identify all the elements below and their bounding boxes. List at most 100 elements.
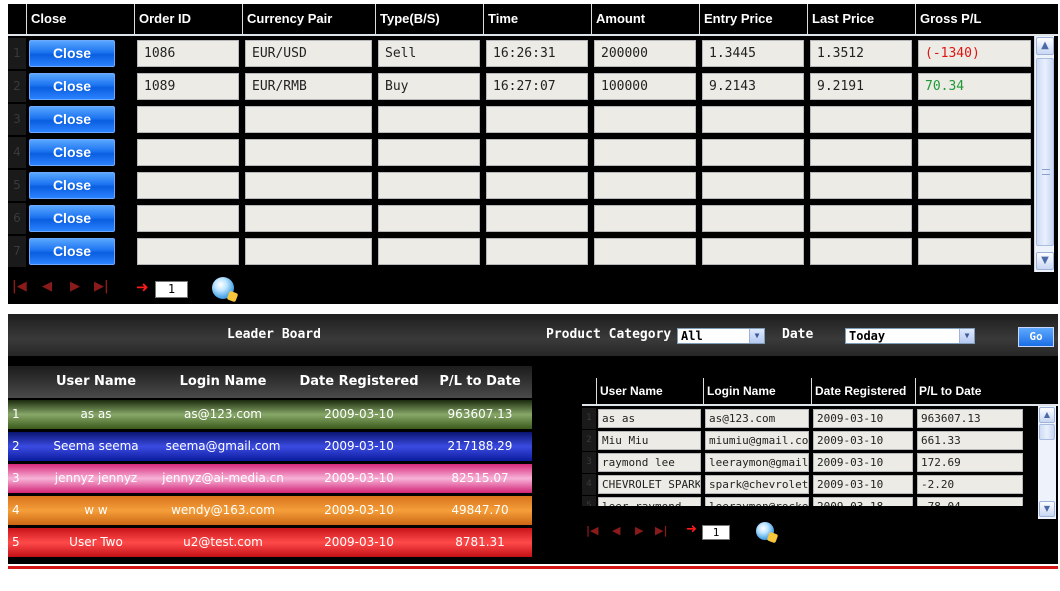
- col-header-date-registered[interactable]: Date Registered: [290, 366, 428, 398]
- col-header-gross-pl[interactable]: Gross P/L: [915, 4, 1034, 34]
- date-registered-cell: 2009-03-10: [813, 453, 913, 472]
- page-number-input[interactable]: 1: [155, 281, 188, 298]
- col-header-user-name[interactable]: User Name: [36, 366, 156, 398]
- order-id-cell: 1086: [137, 40, 239, 67]
- col-header-currency-pair[interactable]: Currency Pair: [242, 4, 375, 34]
- col-header-type[interactable]: Type(B/S): [375, 4, 483, 34]
- entry-price-cell: [702, 139, 804, 166]
- col-header-date-registered[interactable]: Date Registered: [811, 378, 915, 404]
- scroll-thumb[interactable]: [1036, 58, 1054, 246]
- first-page-icon[interactable]: |◀: [586, 524, 598, 537]
- type-cell: [378, 238, 480, 265]
- login-name-cell: spark@chevrolet.com: [705, 475, 809, 494]
- order-id-cell: [137, 238, 239, 265]
- leaderboard-row[interactable]: 4 w w wendy@163.com 2009-03-10 49847.70: [8, 496, 532, 525]
- next-page-icon[interactable]: ▶: [635, 524, 643, 537]
- go-button[interactable]: Go: [1018, 327, 1054, 347]
- rank-cell: 2: [12, 439, 20, 453]
- type-cell: Buy: [378, 73, 480, 100]
- last-price-cell: [810, 139, 912, 166]
- chevron-down-icon[interactable]: ▼: [959, 329, 974, 343]
- header-divider: [582, 404, 1058, 406]
- leaderboard-section: Leader Board Product Category All ▼ Date…: [8, 314, 1058, 564]
- gross-pl-cell: [918, 238, 1031, 265]
- refresh-globe-icon[interactable]: [756, 522, 774, 540]
- last-price-cell: 1.3512: [810, 40, 912, 67]
- page-number-input[interactable]: 1: [702, 525, 730, 540]
- type-cell: [378, 139, 480, 166]
- row-number: 3: [582, 452, 596, 473]
- col-header-user-name[interactable]: User Name: [596, 378, 703, 404]
- order-id-cell: [137, 205, 239, 232]
- orders-vertical-scrollbar[interactable]: ▲ ▼: [1034, 36, 1054, 272]
- close-order-button[interactable]: Close: [29, 238, 115, 265]
- col-header-order-id[interactable]: Order ID: [134, 4, 242, 34]
- currency-pair-cell: [245, 205, 372, 232]
- col-header-last-price[interactable]: Last Price: [807, 4, 915, 34]
- scroll-up-icon[interactable]: ▲: [1036, 37, 1054, 55]
- date-select[interactable]: Today ▼: [845, 328, 975, 344]
- last-price-cell: [810, 106, 912, 133]
- last-page-icon[interactable]: ▶|: [655, 524, 667, 537]
- scroll-thumb[interactable]: [1039, 424, 1055, 440]
- close-order-button[interactable]: Close: [29, 40, 115, 67]
- currency-pair-cell: [245, 238, 372, 265]
- users-grid: User Name Login Name Date Registered P/L to…: [582, 378, 1058, 554]
- col-header-pl-to-date[interactable]: P/L to Date: [428, 366, 532, 398]
- col-header-login-name[interactable]: Login Name: [703, 378, 811, 404]
- product-category-select[interactable]: All ▼: [677, 328, 765, 344]
- date-registered-cell: 2009-03-18: [813, 497, 913, 506]
- chevron-down-icon[interactable]: ▼: [749, 329, 764, 343]
- col-header-time[interactable]: Time: [483, 4, 591, 34]
- amount-cell: [594, 139, 696, 166]
- login-name-cell: leeraymon@rocket: [705, 497, 809, 506]
- close-order-button[interactable]: Close: [29, 205, 115, 232]
- close-order-button[interactable]: Close: [29, 106, 115, 133]
- row-number: 3: [8, 104, 26, 135]
- user-name-cell: w w: [84, 503, 108, 517]
- leaderboard-row[interactable]: 2 Seema seema seema@gmail.com 2009-03-10 217…: [8, 432, 532, 461]
- next-page-icon[interactable]: ▶: [70, 279, 80, 294]
- leaderboard-title: Leader Board: [227, 327, 321, 342]
- leaderboard-row[interactable]: 1 as as as@123.com 2009-03-10 963607.13: [8, 400, 532, 429]
- users-grid-scrollbar[interactable]: ▲ ▼: [1038, 406, 1056, 519]
- entry-price-cell: [702, 172, 804, 199]
- login-name-cell: as@123.com: [184, 407, 262, 421]
- pl-to-date-cell: 49847.70: [451, 503, 509, 517]
- scroll-up-icon[interactable]: ▲: [1039, 407, 1055, 423]
- col-header-entry-price[interactable]: Entry Price: [699, 4, 807, 34]
- close-order-button[interactable]: Close: [29, 139, 115, 166]
- amount-cell: [594, 205, 696, 232]
- pl-to-date-cell: -78.04: [917, 497, 1023, 506]
- amount-cell: 200000: [594, 40, 696, 67]
- prev-page-icon[interactable]: ◀: [612, 524, 620, 537]
- prev-page-icon[interactable]: ◀: [42, 279, 52, 294]
- login-name-cell: miumiu@gmail.com: [705, 431, 809, 450]
- close-order-button[interactable]: Close: [29, 73, 115, 100]
- leaderboard-row[interactable]: 5 User Two u2@test.com 2009-03-10 8781.31: [8, 528, 532, 557]
- close-order-button[interactable]: Close: [29, 172, 115, 199]
- currency-pair-cell: [245, 172, 372, 199]
- scroll-down-icon[interactable]: ▼: [1039, 501, 1055, 517]
- leaderboard-table: User Name Login Name Date Registered P/L to…: [8, 366, 532, 562]
- first-page-icon[interactable]: |◀: [12, 279, 27, 294]
- type-cell: [378, 106, 480, 133]
- col-header-close[interactable]: Close: [26, 4, 134, 34]
- pl-to-date-cell: 963607.13: [447, 407, 513, 421]
- gross-pl-cell: [918, 106, 1031, 133]
- col-header-amount[interactable]: Amount: [591, 4, 699, 34]
- product-category-value: All: [681, 329, 703, 343]
- goto-arrow-icon: ➜: [686, 522, 697, 537]
- last-page-icon[interactable]: ▶|: [94, 279, 109, 294]
- refresh-globe-icon[interactable]: [212, 277, 234, 299]
- user-name-cell: Seema seema: [53, 439, 139, 453]
- scroll-down-icon[interactable]: ▼: [1036, 252, 1054, 270]
- date-registered-cell: 2009-03-10: [324, 503, 394, 517]
- table-row: 1 Close 1086 EUR/USD Sell 16:26:31 200000 1.344…: [8, 38, 1034, 70]
- leaderboard-row[interactable]: 3 jennyz jennyz jennyz@ai-media.cn 2009-03-…: [8, 464, 532, 493]
- type-cell: [378, 205, 480, 232]
- col-header-login-name[interactable]: Login Name: [156, 366, 290, 398]
- row-number: 7: [8, 236, 26, 267]
- col-header-pl-to-date[interactable]: P/L to Date: [915, 378, 1025, 404]
- amount-cell: [594, 172, 696, 199]
